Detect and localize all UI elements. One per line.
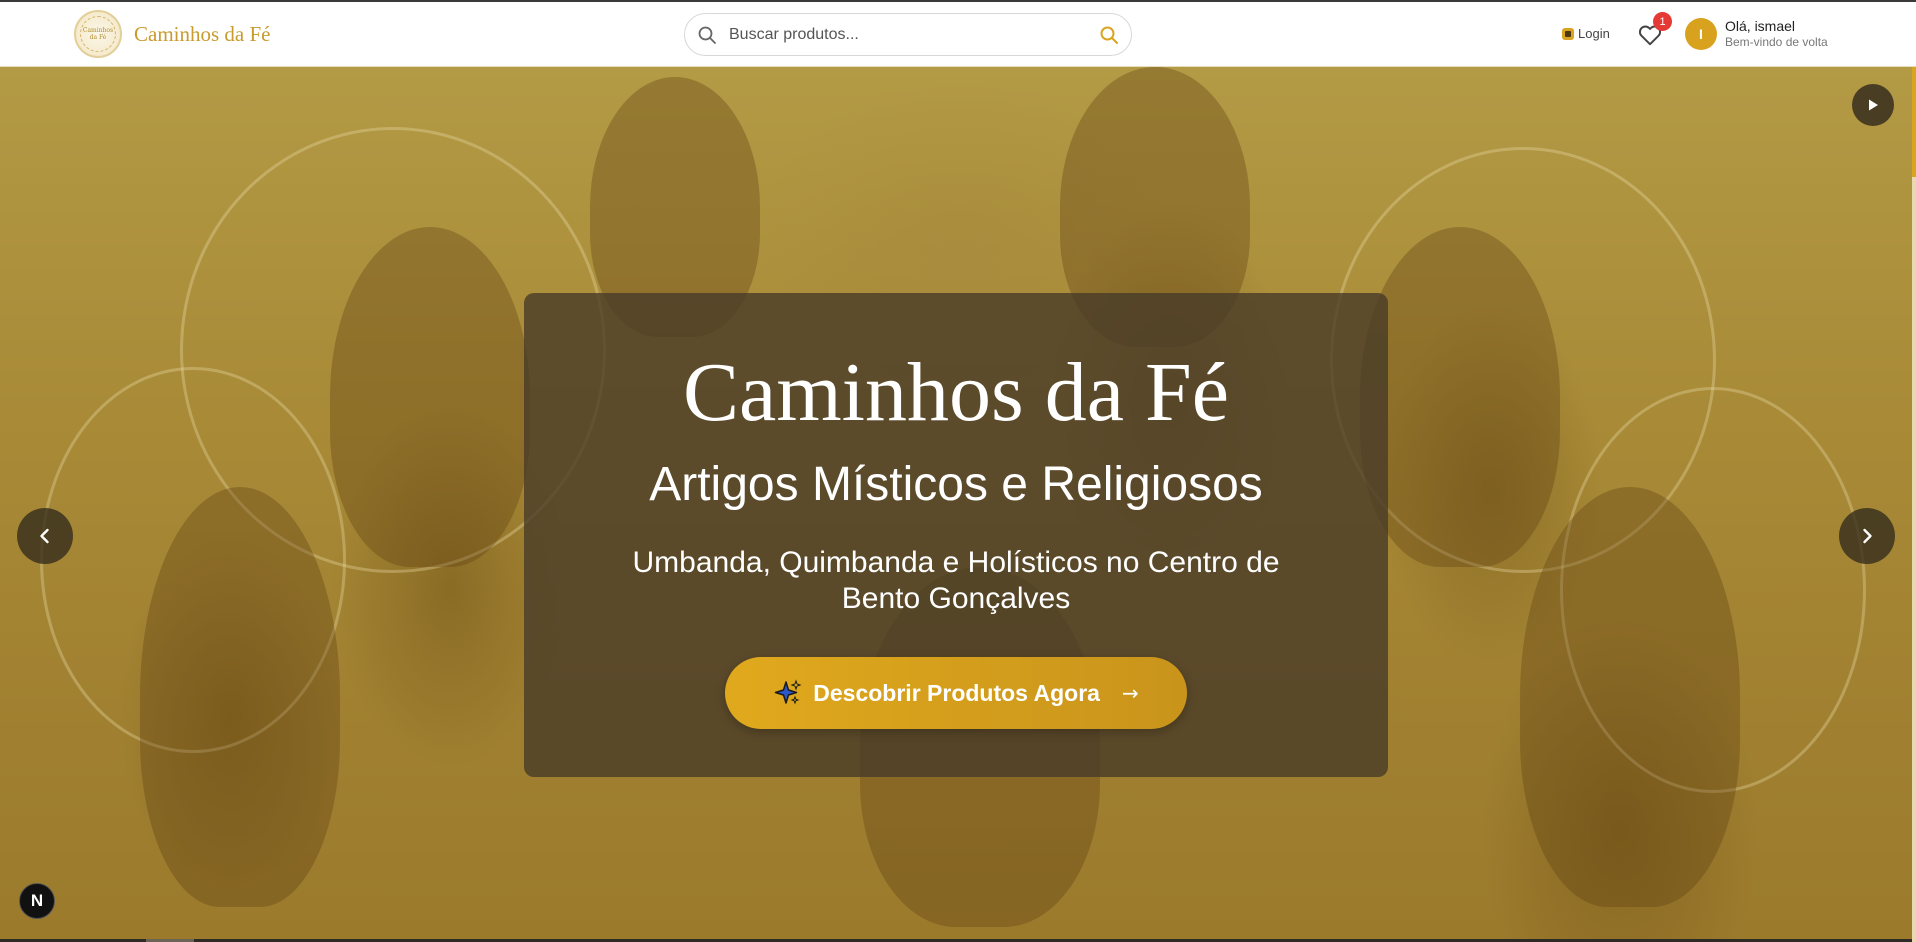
brand-logo-link[interactable]: Caminhos da Fé Caminhos da Fé: [74, 10, 271, 58]
arrow-right-icon: →: [1121, 681, 1139, 705]
user-info: Olá, ismael Bem-vindo de volta: [1725, 18, 1828, 50]
autoplay-play-button[interactable]: [1852, 84, 1894, 126]
top-navigation-bar: Caminhos da Fé Caminhos da Fé Login 1 I …: [0, 0, 1916, 67]
search-bar: [684, 13, 1132, 56]
hero-description: Umbanda, Quimbanda e Holísticos no Centr…: [632, 546, 1280, 615]
hero-content-panel: Caminhos da Fé Artigos Místicos e Religi…: [524, 293, 1388, 777]
search-input[interactable]: [727, 24, 1081, 45]
hero-subtitle: Artigos Místicos e Religiosos: [649, 458, 1263, 511]
login-label: Login: [1578, 26, 1610, 41]
play-icon: [1869, 99, 1878, 111]
background-figure: [140, 487, 340, 907]
login-icon: [1562, 27, 1574, 40]
hero-carousel: Caminhos da Fé Artigos Místicos e Religi…: [0, 67, 1912, 939]
chevron-right-icon: [1863, 528, 1872, 544]
search-submit-icon[interactable]: [1099, 25, 1119, 45]
hero-title: Caminhos da Fé: [683, 346, 1229, 439]
discover-products-label: Descobrir Produtos Agora: [813, 679, 1100, 706]
login-button[interactable]: Login: [1562, 26, 1610, 41]
background-figure: [1360, 227, 1560, 567]
logo-seal-text: Caminhos da Fé: [80, 16, 116, 52]
user-menu[interactable]: I Olá, ismael Bem-vindo de volta: [1685, 18, 1828, 50]
nextjs-dev-badge[interactable]: N: [19, 883, 55, 919]
discover-products-button[interactable]: Descobrir Produtos Agora →: [725, 657, 1187, 729]
page-scrollbar[interactable]: [1912, 67, 1916, 942]
chevron-left-icon: [40, 528, 49, 544]
carousel-next-button[interactable]: [1839, 508, 1895, 564]
background-figure: [330, 227, 530, 567]
background-figure: [1520, 487, 1740, 907]
logo-seal: Caminhos da Fé: [74, 10, 122, 58]
user-greeting: Olá, ismael: [1725, 18, 1796, 34]
avatar: I: [1685, 18, 1717, 50]
brand-name: Caminhos da Fé: [134, 21, 271, 46]
carousel-prev-button[interactable]: [17, 508, 73, 564]
user-subtitle: Bem-vindo de volta: [1725, 35, 1828, 49]
sparkles-icon: [775, 679, 802, 705]
search-icon: [698, 26, 716, 44]
favorites-count-badge: 1: [1653, 12, 1672, 31]
scrollbar-thumb[interactable]: [1912, 67, 1916, 177]
